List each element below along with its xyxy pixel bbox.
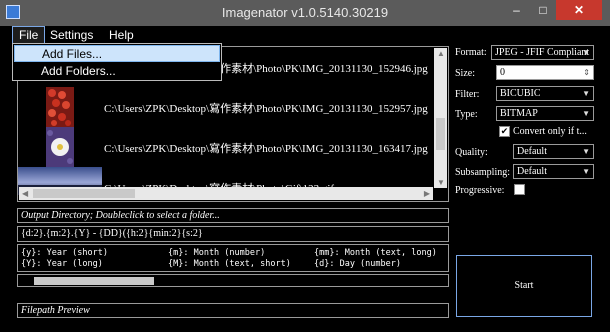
red-flower-image — [18, 87, 102, 127]
scroll-up-icon[interactable]: ▲ — [437, 49, 445, 58]
file-menu-dropdown: Add Files... Add Folders... — [12, 43, 222, 81]
maximize-button[interactable]: □ — [530, 0, 556, 20]
legend-entry: {m}: Month (number) — [168, 248, 266, 258]
chevron-down-icon: ▼ — [582, 89, 590, 98]
menu-file[interactable]: File — [12, 26, 46, 44]
white-flower-image — [18, 127, 102, 167]
stepper-icon[interactable]: ⇕ — [583, 66, 590, 79]
legend-entry: {y}: Year (short) — [21, 248, 108, 258]
legend-scrollbar[interactable] — [17, 274, 449, 287]
quality-select[interactable]: Default ▼ — [513, 144, 594, 159]
scroll-right-icon[interactable]: ▶ — [424, 189, 430, 198]
pattern-legend: {y}: Year (short) {m}: Month (number) {m… — [17, 244, 449, 272]
file-thumbnail — [18, 127, 102, 167]
size-label: Size: — [455, 68, 475, 79]
filter-select[interactable]: BICUBIC ▼ — [496, 86, 594, 101]
subsampling-value: Default — [517, 166, 547, 177]
vertical-scroll-thumb[interactable] — [436, 118, 445, 150]
horizontal-scroll-thumb[interactable] — [33, 189, 135, 198]
chevron-down-icon: ▼ — [582, 167, 590, 176]
file-path: C:\Users\ZPK\Desktop\寫作素材\Photo\PK\IMG_2… — [104, 103, 428, 115]
filter-value: BICUBIC — [500, 88, 541, 99]
legend-entry: {mm}: Month (text, long) — [314, 248, 437, 258]
legend-entry: {Y}: Year (long) — [21, 259, 103, 269]
size-value: 0 — [500, 67, 505, 78]
chevron-down-icon: ▼ — [582, 48, 590, 57]
filepath-preview: Filepath Preview — [17, 303, 449, 318]
file-path: C:\Users\ZPK\Desktop\寫作素材\Photo\PK\IMG_2… — [104, 143, 428, 155]
menu-bar: File Settings Help — [8, 26, 602, 44]
quality-label: Quality: — [455, 147, 488, 158]
scroll-down-icon[interactable]: ▼ — [437, 178, 445, 187]
minimize-button[interactable]: – — [503, 0, 530, 20]
horizontal-scrollbar[interactable]: ◀ ▶ — [19, 187, 433, 200]
list-item[interactable]: C:\Users\ZPK\Desktop\寫作素材\Photo\PK\IMG_2… — [18, 127, 434, 167]
menu-settings[interactable]: Settings — [44, 27, 99, 43]
close-button[interactable]: ✕ — [556, 0, 602, 20]
legend-entry: {M}: Month (text, short) — [168, 259, 291, 269]
scroll-left-icon[interactable]: ◀ — [22, 189, 28, 198]
format-select[interactable]: JPEG - JFIF Compliant ▼ — [491, 45, 594, 60]
start-button[interactable]: Start — [456, 255, 592, 317]
progressive-label: Progressive: — [455, 185, 505, 196]
type-select[interactable]: BITMAP ▼ — [496, 106, 594, 121]
filter-label: Filter: — [455, 89, 480, 100]
subsampling-select[interactable]: Default ▼ — [513, 164, 594, 179]
legend-scroll-thumb[interactable] — [34, 277, 154, 285]
format-value: JPEG - JFIF Compliant — [495, 47, 590, 58]
add-files-menu-item[interactable]: Add Files... — [14, 45, 220, 62]
app-window: Imagenator v1.0.5140.30219 – □ ✕ File Se… — [0, 0, 610, 332]
size-input[interactable]: 0 ⇕ — [496, 65, 594, 80]
title-bar: Imagenator v1.0.5140.30219 – □ ✕ — [0, 0, 610, 26]
convert-checkbox[interactable]: ✔ — [499, 126, 510, 137]
chevron-down-icon: ▼ — [582, 109, 590, 118]
output-directory-field[interactable]: Output Directory; Doubleclick to select … — [17, 208, 449, 223]
quality-value: Default — [517, 146, 547, 157]
progressive-checkbox[interactable] — [514, 184, 525, 195]
menu-help[interactable]: Help — [103, 27, 140, 43]
convert-label: Convert only if t... — [513, 126, 587, 137]
legend-entry: {d}: Day (number) — [314, 259, 401, 269]
chevron-down-icon: ▼ — [582, 147, 590, 156]
type-value: BITMAP — [500, 108, 538, 119]
list-item[interactable]: C:\Users\ZPK\Desktop\寫作素材\Photo\PK\IMG_2… — [18, 87, 434, 127]
subsampling-label: Subsampling: — [455, 167, 511, 178]
add-folders-menu-item[interactable]: Add Folders... — [14, 63, 220, 80]
format-label: Format: — [455, 47, 487, 58]
vertical-scrollbar[interactable]: ▲ ▼ — [434, 48, 447, 188]
filename-pattern-input[interactable]: {d:2}.{m:2}.{Y} - {DD}({h:2}{min:2}{s:2} — [17, 226, 449, 242]
file-thumbnail — [18, 87, 102, 127]
type-label: Type: — [455, 109, 478, 120]
